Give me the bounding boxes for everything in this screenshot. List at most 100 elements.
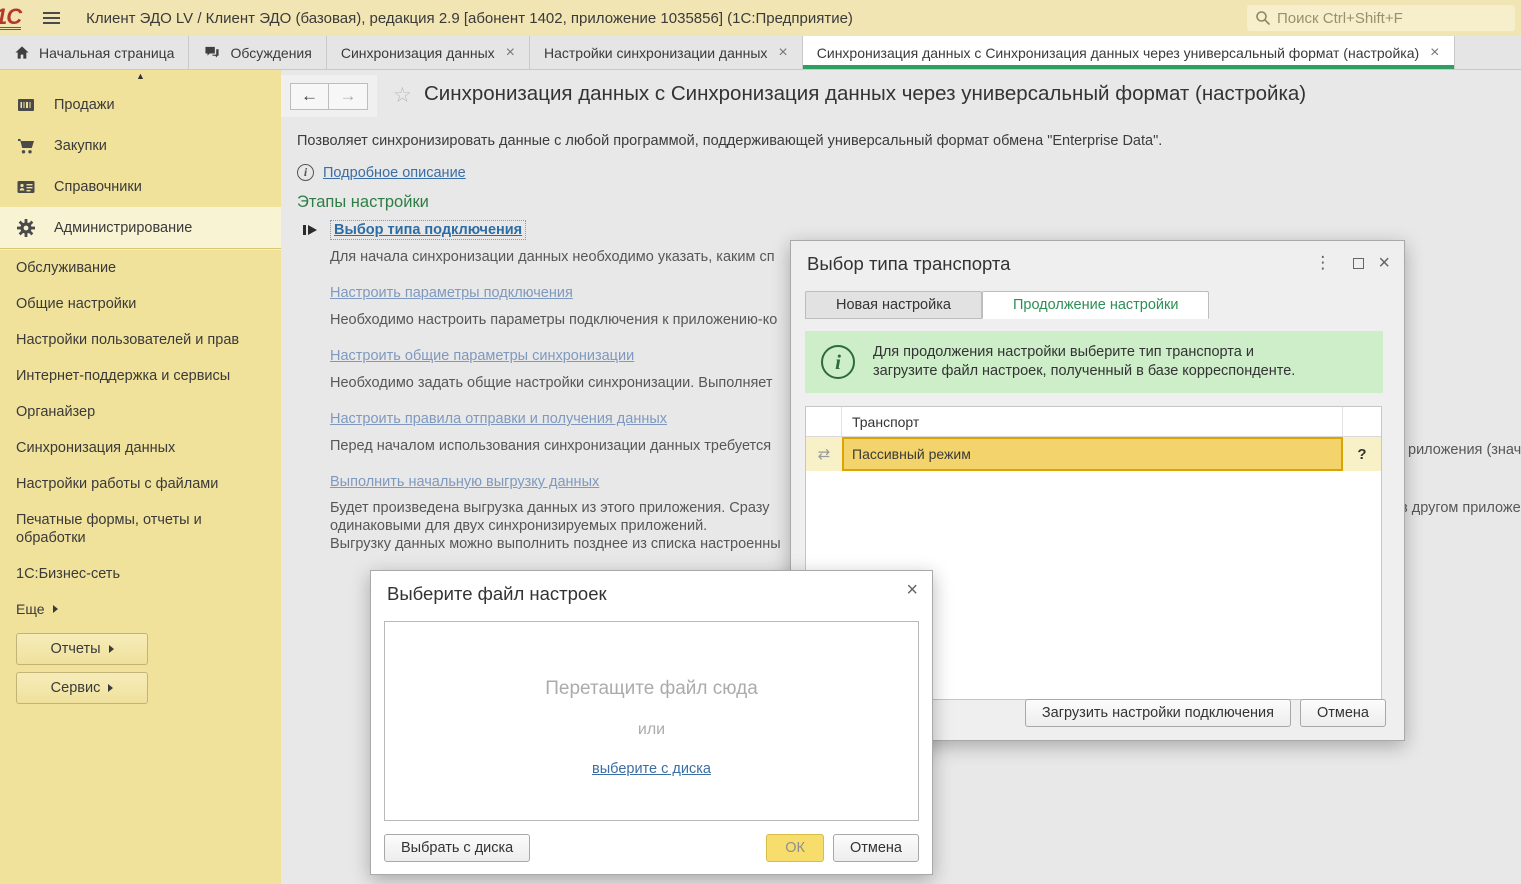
sidebar-item-label: Закупки xyxy=(54,138,107,154)
page-title: Синхронизация данных с Синхронизация дан… xyxy=(424,82,1306,106)
sales-icon xyxy=(15,96,37,114)
info-icon: i xyxy=(821,345,855,379)
step-description: Перед началом использования синхронизаци… xyxy=(330,438,771,454)
info-text-line: Для продолжения настройки выберите тип т… xyxy=(873,343,1295,362)
global-search[interactable] xyxy=(1247,5,1515,31)
window-title: Клиент ЭДО LV / Клиент ЭДО (базовая), ре… xyxy=(86,10,853,27)
table-header-row: Транспорт xyxy=(806,407,1381,437)
tab-universal-format-setup[interactable]: Синхронизация данных с Синхронизация дан… xyxy=(803,36,1455,69)
more-label: Еще xyxy=(16,601,45,617)
dropzone-or-label: или xyxy=(638,721,665,739)
sidebar-item-organizer[interactable]: Органайзер xyxy=(0,394,281,430)
load-connection-settings-button[interactable]: Загрузить настройки подключения xyxy=(1025,699,1291,727)
detailed-description-link[interactable]: Подробное описание xyxy=(323,165,466,181)
initial-data-export-link[interactable]: Выполнить начальную выгрузку данных xyxy=(330,474,599,490)
help-button[interactable]: ? xyxy=(1343,437,1381,471)
history-nav-panel: ← → xyxy=(281,75,377,117)
setup-connection-params-link[interactable]: Настроить параметры подключения xyxy=(330,285,573,301)
main-menu-icon[interactable] xyxy=(43,9,60,27)
sidebar-item-user-rights-settings[interactable]: Настройки пользователей и прав xyxy=(0,322,281,358)
dialog-footer: Загрузить настройки подключения Отмена xyxy=(1025,699,1386,727)
table-row[interactable]: ⇄ Пассивный режим ? xyxy=(806,437,1381,471)
title-bar: 1С Клиент ЭДО LV / Клиент ЭДО (базовая),… xyxy=(0,0,1521,36)
sidebar-item-label: Справочники xyxy=(54,179,142,195)
step-description-line: Будет произведена выгрузка данных из это… xyxy=(330,500,769,516)
sidebar-item-general-settings[interactable]: Общие настройки xyxy=(0,286,281,322)
sidebar-item-label: Администрирование xyxy=(54,220,192,236)
info-text-line: загрузите файл настроек, полученный в ба… xyxy=(873,362,1295,381)
favorite-star-icon[interactable]: ☆ xyxy=(393,83,412,108)
sidebar-scroll-up[interactable]: ▲ xyxy=(0,70,281,84)
info-icon: i xyxy=(297,164,314,181)
sidebar-item-administration[interactable]: Администрирование xyxy=(0,207,281,248)
maximize-icon[interactable] xyxy=(1353,258,1364,269)
search-icon xyxy=(1255,10,1271,26)
tab-close-icon[interactable]: × xyxy=(506,46,515,60)
sidebar-item-sales[interactable]: Продажи xyxy=(0,84,281,125)
tab-home[interactable]: Начальная страница xyxy=(0,36,189,69)
settings-file-dialog: Выберите файл настроек × Перетащите файл… xyxy=(370,570,933,875)
dialog-title: Выбор типа транспорта xyxy=(807,253,1010,275)
transport-cell-passive-mode[interactable]: Пассивный режим xyxy=(842,437,1343,471)
sidebar-item-1c-business-network[interactable]: 1С:Бизнес-сеть xyxy=(0,556,281,592)
sidebar-item-purchases[interactable]: Закупки xyxy=(0,125,281,166)
sidebar-item-label: Продажи xyxy=(54,97,115,113)
dialog-tabs: Новая настройка Продолжение настройки xyxy=(805,291,1209,319)
tab-label: Обсуждения xyxy=(230,45,311,61)
tab-close-icon[interactable]: × xyxy=(778,46,787,60)
chevron-right-icon xyxy=(109,645,114,653)
step-description-line: Выгрузку данных можно выполнить позднее … xyxy=(330,536,781,552)
tab-data-sync[interactable]: Синхронизация данных × xyxy=(327,36,530,69)
ok-button[interactable]: ОК xyxy=(766,834,824,862)
background-text-fragment: риложения (значе xyxy=(1408,442,1521,458)
current-step-description: Для начала синхронизации данных необходи… xyxy=(330,249,775,265)
service-button[interactable]: Сервис xyxy=(16,672,148,704)
tab-close-icon[interactable]: × xyxy=(1430,46,1439,60)
background-text-fragment: в другом приложе xyxy=(1400,500,1521,516)
close-icon[interactable]: × xyxy=(906,582,918,598)
cancel-button[interactable]: Отмена xyxy=(1300,699,1386,727)
service-label: Сервис xyxy=(51,680,101,696)
info-panel: i Для продолжения настройки выберите тип… xyxy=(805,331,1383,393)
setup-general-sync-params-link[interactable]: Настроить общие параметры синхронизации xyxy=(330,348,634,364)
tab-continue-setup[interactable]: Продолжение настройки xyxy=(982,291,1210,319)
tab-new-setup[interactable]: Новая настройка xyxy=(805,291,982,319)
more-menu-icon[interactable]: ⋮ xyxy=(1310,253,1335,273)
reports-button[interactable]: Отчеты xyxy=(16,633,148,665)
chevron-right-icon xyxy=(53,605,58,613)
chevron-right-icon xyxy=(108,684,113,692)
pick-from-disk-button[interactable]: Выбрать с диска xyxy=(384,834,530,862)
sidebar-item-catalogs[interactable]: Справочники xyxy=(0,166,281,207)
file-dropzone[interactable]: Перетащите файл сюда или выберите с диск… xyxy=(384,621,919,821)
forward-button[interactable]: → xyxy=(329,83,368,110)
sidebar-item-file-settings[interactable]: Настройки работы с файлами xyxy=(0,466,281,502)
cancel-button[interactable]: Отмена xyxy=(833,834,919,862)
sidebar-item-data-sync[interactable]: Синхронизация данных xyxy=(0,430,281,466)
current-step-row: Выбор типа подключения xyxy=(303,221,525,239)
icon-column-header xyxy=(806,407,842,436)
tab-sync-settings[interactable]: Настройки синхронизации данных × xyxy=(530,36,803,69)
close-icon[interactable]: × xyxy=(1378,255,1390,271)
step-description: Необходимо задать общие настройки синхро… xyxy=(330,375,773,391)
sidebar-more-button[interactable]: Еще xyxy=(0,592,281,626)
info-text: Для продолжения настройки выберите тип т… xyxy=(873,343,1295,381)
reports-label: Отчеты xyxy=(50,641,100,657)
gear-icon xyxy=(15,218,37,238)
active-tab-underline xyxy=(803,65,1454,69)
connection-type-link[interactable]: Выбор типа подключения xyxy=(331,221,525,239)
back-button[interactable]: ← xyxy=(290,83,329,110)
tab-discussions[interactable]: Обсуждения xyxy=(189,36,326,69)
choose-from-disk-link[interactable]: выберите с диска xyxy=(592,761,711,777)
search-input[interactable] xyxy=(1277,10,1507,27)
tab-label: Настройки синхронизации данных xyxy=(544,45,767,61)
dialog-footer: Выбрать с диска ОК Отмена xyxy=(384,834,919,862)
page-description: Позволяет синхронизировать данные с любо… xyxy=(297,133,1162,149)
sidebar-item-internet-support[interactable]: Интернет-поддержка и сервисы xyxy=(0,358,281,394)
setup-send-receive-rules-link[interactable]: Настроить правила отправки и получения д… xyxy=(330,411,667,427)
sidebar-item-maintenance[interactable]: Обслуживание xyxy=(0,250,281,286)
transport-column-header: Транспорт xyxy=(842,407,1343,436)
dialog-controls: ⋮ × xyxy=(1310,253,1390,273)
tab-bar: Начальная страница Обсуждения Синхрониза… xyxy=(0,36,1521,70)
help-column-header xyxy=(1343,407,1381,436)
sidebar-item-print-forms[interactable]: Печатные формы, отчеты и обработки xyxy=(0,502,250,556)
